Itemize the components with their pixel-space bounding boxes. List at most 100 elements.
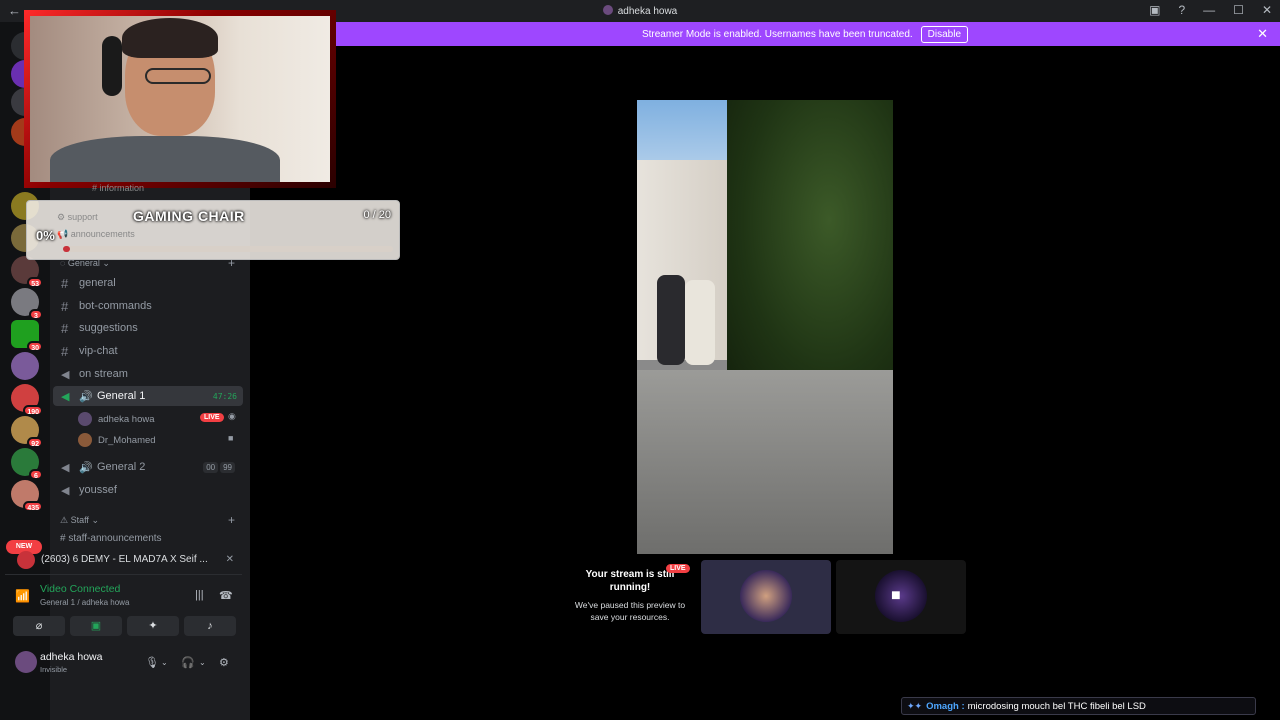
noise-suppression-icon[interactable]: |||: [195, 589, 204, 601]
channel-vip-chat[interactable]: # vip-chat: [53, 341, 243, 361]
signal-icon[interactable]: 📶: [15, 589, 30, 603]
channel-staff-announcements[interactable]: # staff-announcements: [60, 533, 162, 544]
avatar: [78, 433, 92, 447]
screen-share-button[interactable]: ▣: [70, 616, 122, 636]
badge-icons: ✦✦: [907, 700, 923, 711]
voice-user-name: Dr_Mohamed: [98, 434, 156, 446]
channel-label: on stream: [79, 368, 128, 380]
headphones-icon[interactable]: 🎧: [181, 656, 195, 669]
activity-status[interactable]: (2603) 6 DEMY - EL MAD7A X Seif ... ✕: [5, 545, 242, 575]
hash-icon: #: [61, 298, 69, 314]
activity-close-icon[interactable]: ✕: [226, 554, 234, 565]
chat-username: Omagh :: [926, 700, 965, 712]
goal-progress-bar: [63, 246, 393, 252]
unread-badge: 190: [23, 405, 43, 416]
youtube-icon: [17, 550, 35, 569]
avatar: [875, 570, 927, 622]
close-window-icon[interactable]: ✕: [1262, 3, 1272, 17]
stream-eye-icon: ◉: [228, 411, 236, 421]
voice-channel-label: General 2: [97, 461, 146, 473]
channel-bot-commands[interactable]: # bot-commands: [53, 296, 243, 316]
server-icon[interactable]: 190: [11, 384, 43, 416]
speaker-icon: 🔊: [79, 390, 93, 403]
goal-percent: 0%: [36, 228, 55, 243]
person-shirt: [50, 136, 280, 182]
user-panel: adheka howa Invisible 🎙 ⌄ 🎧 ⌄ ⚙: [5, 645, 245, 681]
activity-text: (2603) 6 DEMY - EL MAD7A X Seif ...: [41, 554, 208, 565]
goal-progress-fill: [63, 246, 70, 252]
voice-location[interactable]: General 1 / adheka howa: [40, 598, 129, 607]
channel-label: general: [79, 277, 116, 289]
server-icon[interactable]: 53: [11, 256, 43, 288]
streamer-mode-banner: Streamer Mode is enabled. Usernames have…: [330, 22, 1280, 46]
unread-badge: 92: [27, 437, 43, 448]
banner-text: Streamer Mode is enabled. Usernames have…: [641, 28, 913, 40]
server-icon[interactable]: 435: [11, 480, 43, 512]
server-icon[interactable]: 92: [11, 416, 43, 448]
video-camera-icon: ■: [891, 587, 901, 604]
banner-close-icon[interactable]: ✕: [1257, 26, 1268, 42]
user-limit: 00 99: [203, 461, 235, 473]
hash-icon: #: [61, 320, 69, 336]
voice-user[interactable]: Dr_Mohamed: [78, 431, 156, 449]
activities-button[interactable]: ✦: [127, 616, 179, 636]
avatar[interactable]: [15, 651, 37, 673]
server-icon[interactable]: [11, 352, 39, 380]
voice-timer: 47:26: [212, 391, 237, 401]
speaker-icon: 🔊: [79, 461, 93, 474]
chevron-down-icon[interactable]: ⌄: [199, 658, 206, 667]
hash-icon: #: [61, 343, 69, 359]
voice-channel-general-1[interactable]: ◀ 🔊 General 1 47:26: [53, 386, 243, 406]
camera-off-button[interactable]: ⌀: [13, 616, 65, 636]
category-staff-label: Staff: [70, 515, 89, 525]
megaphone-icon: ◀: [61, 368, 70, 381]
soundboard-button[interactable]: ♪: [184, 616, 236, 636]
live-badge: LIVE: [200, 413, 224, 422]
channel-general[interactable]: # general: [53, 273, 243, 293]
maximize-icon[interactable]: ☐: [1233, 3, 1244, 17]
inbox-icon[interactable]: ▣: [1149, 3, 1160, 17]
ghost-channel-label: information: [99, 183, 145, 193]
disconnect-icon[interactable]: ☎: [219, 589, 233, 602]
ghost-channel: ⚙ support: [57, 212, 98, 222]
user-limit-count: 99: [220, 461, 235, 473]
disable-button[interactable]: Disable: [920, 25, 969, 43]
add-channel-icon[interactable]: +: [228, 513, 235, 527]
gear-icon[interactable]: ⚙: [219, 656, 229, 669]
channel-suggestions[interactable]: # suggestions: [53, 318, 243, 338]
voice-user[interactable]: adheka howa: [78, 410, 155, 428]
channel-on-stream[interactable]: ◀ on stream: [53, 364, 243, 384]
connected-icon: ◀: [61, 390, 70, 403]
participant-tile[interactable]: ■: [836, 560, 966, 634]
unread-badge: 53: [27, 277, 43, 288]
stream-paused-notice: LIVE Your stream is still running! We've…: [568, 564, 692, 623]
server-icon[interactable]: 6: [11, 448, 43, 480]
microphone-icon[interactable]: 🎙: [145, 656, 159, 669]
voice-status[interactable]: Video Connected: [40, 583, 120, 595]
avatar: [78, 412, 92, 426]
channel-label: suggestions: [79, 322, 138, 334]
unread-badge: 3: [29, 309, 43, 320]
channel-youssef[interactable]: ◀ youssef: [53, 480, 243, 500]
chat-overlay-message: ✦✦ Omagh : microdosing mouch bel THC fib…: [901, 697, 1256, 715]
donation-goal-widget: ⚙ support 📢 announcements GAMING CHAIR 0…: [26, 200, 400, 260]
category-staff[interactable]: ⚠ Staff ⌄: [60, 515, 99, 526]
server-icon[interactable]: 3: [11, 288, 43, 320]
megaphone-icon: ◀: [61, 484, 70, 497]
hash-icon: #: [61, 275, 69, 291]
user-name[interactable]: adheka howa: [40, 651, 102, 663]
minimize-icon[interactable]: —: [1203, 3, 1215, 17]
unread-badge: 435: [23, 501, 43, 512]
user-status: Invisible: [40, 665, 68, 674]
person-hair: [122, 18, 218, 58]
server-icon[interactable]: 30: [11, 320, 43, 352]
chevron-down-icon[interactable]: ⌄: [161, 658, 168, 667]
participant-tile[interactable]: [701, 560, 831, 634]
glasses: [145, 68, 211, 84]
voice-channel-general-2[interactable]: ◀ 🔊 General 2 00 99: [53, 457, 243, 477]
help-icon[interactable]: ?: [1178, 3, 1185, 17]
title-avatar: [602, 5, 613, 15]
webcam-overlay: [24, 10, 336, 188]
stream-preview[interactable]: [637, 100, 893, 554]
avatar: [740, 570, 792, 622]
